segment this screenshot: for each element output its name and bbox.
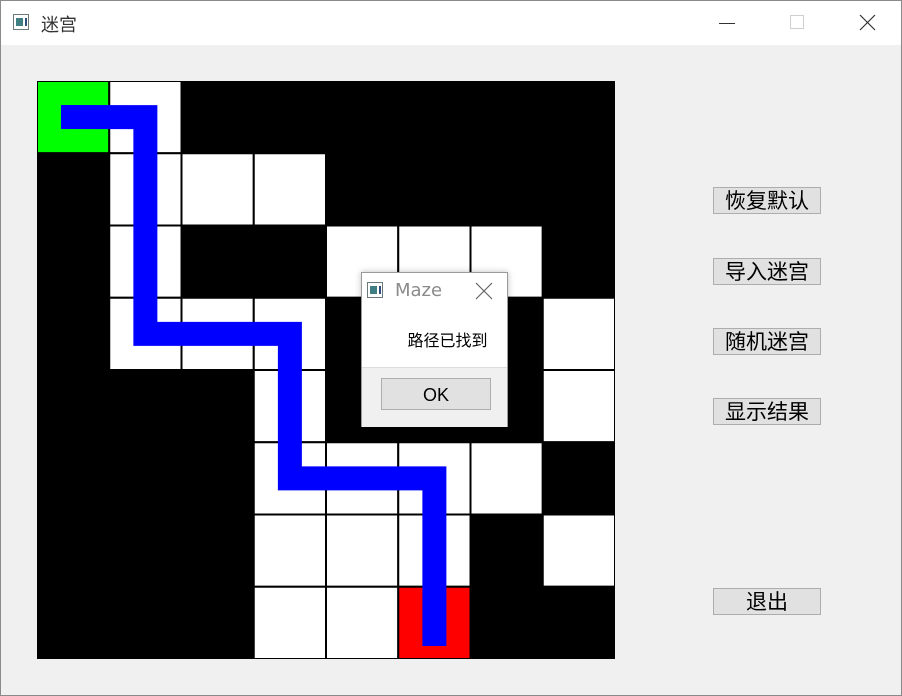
maze-open-cell bbox=[252, 585, 327, 659]
maze-wall-cell bbox=[469, 81, 544, 155]
maze-open-cell bbox=[325, 585, 400, 659]
maze-wall-cell bbox=[37, 224, 111, 299]
dialog-footer: OK bbox=[362, 367, 507, 427]
maze-wall-cell bbox=[108, 369, 183, 444]
maze-open-cell bbox=[325, 513, 400, 588]
title-bar[interactable]: 迷宫 bbox=[1, 1, 901, 45]
dialog-app-icon bbox=[367, 282, 383, 298]
window-title: 迷宫 bbox=[41, 15, 77, 36]
maze-wall-cell bbox=[252, 224, 327, 299]
maze-open-cell bbox=[541, 513, 615, 588]
maze-grid bbox=[37, 81, 615, 659]
dialog-title-bar[interactable]: Maze bbox=[362, 273, 507, 308]
maze-wall-cell bbox=[37, 296, 111, 371]
maximize-icon bbox=[790, 15, 804, 29]
maze-wall-cell bbox=[469, 585, 544, 659]
main-window: 迷宫 恢复默认 导入迷宫 随机迷宫 显示结果 退出 Maze 路径已找到 OK bbox=[0, 0, 902, 696]
restore-default-button[interactable]: 恢复默认 bbox=[713, 187, 821, 214]
maze-wall-cell bbox=[325, 152, 400, 227]
maze-wall-cell bbox=[541, 441, 615, 516]
maze-wall-cell bbox=[469, 513, 544, 588]
maze-wall-cell bbox=[108, 585, 183, 659]
close-icon bbox=[859, 14, 876, 31]
maze-wall-cell bbox=[541, 224, 615, 299]
close-icon bbox=[475, 282, 493, 300]
maze-open-cell bbox=[541, 369, 615, 444]
ok-button[interactable]: OK bbox=[381, 378, 491, 410]
maximize-button[interactable] bbox=[774, 1, 820, 45]
maze-wall-cell bbox=[37, 441, 111, 516]
maze-wall-cell bbox=[397, 152, 472, 227]
app-icon bbox=[13, 14, 29, 30]
maze-wall-cell bbox=[180, 369, 255, 444]
maze-wall-cell bbox=[37, 513, 111, 588]
message-dialog: Maze 路径已找到 OK bbox=[361, 272, 508, 427]
maze-wall-cell bbox=[180, 224, 255, 299]
maze-open-cell bbox=[541, 296, 615, 371]
minimize-button[interactable] bbox=[704, 1, 750, 45]
maze-wall-cell bbox=[541, 585, 615, 659]
maze-wall-cell bbox=[180, 513, 255, 588]
exit-button[interactable]: 退出 bbox=[713, 588, 821, 615]
maze-wall-cell bbox=[325, 81, 400, 155]
maze-wall-cell bbox=[108, 441, 183, 516]
maze-wall-cell bbox=[541, 81, 615, 155]
maze-wall-cell bbox=[252, 81, 327, 155]
maze-wall-cell bbox=[180, 585, 255, 659]
random-maze-button[interactable]: 随机迷宫 bbox=[713, 328, 821, 355]
close-button[interactable] bbox=[844, 1, 890, 45]
maze-wall-cell bbox=[37, 369, 111, 444]
maze-canvas bbox=[37, 81, 615, 659]
import-maze-button[interactable]: 导入迷宫 bbox=[713, 258, 821, 285]
maze-open-cell bbox=[469, 441, 544, 516]
maze-wall-cell bbox=[180, 81, 255, 155]
maze-wall-cell bbox=[37, 585, 111, 659]
maze-wall-cell bbox=[397, 81, 472, 155]
maze-wall-cell bbox=[180, 441, 255, 516]
maze-wall-cell bbox=[541, 152, 615, 227]
maze-open-cell bbox=[252, 513, 327, 588]
dialog-title: Maze bbox=[395, 280, 443, 301]
minimize-icon bbox=[719, 23, 735, 24]
maze-open-cell bbox=[180, 152, 255, 227]
maze-open-cell bbox=[252, 152, 327, 227]
dialog-message: 路径已找到 bbox=[407, 331, 488, 350]
maze-wall-cell bbox=[37, 152, 111, 227]
show-result-button[interactable]: 显示结果 bbox=[713, 398, 821, 425]
dialog-close-button[interactable] bbox=[472, 279, 496, 303]
maze-wall-cell bbox=[469, 152, 544, 227]
maze-wall-cell bbox=[108, 513, 183, 588]
